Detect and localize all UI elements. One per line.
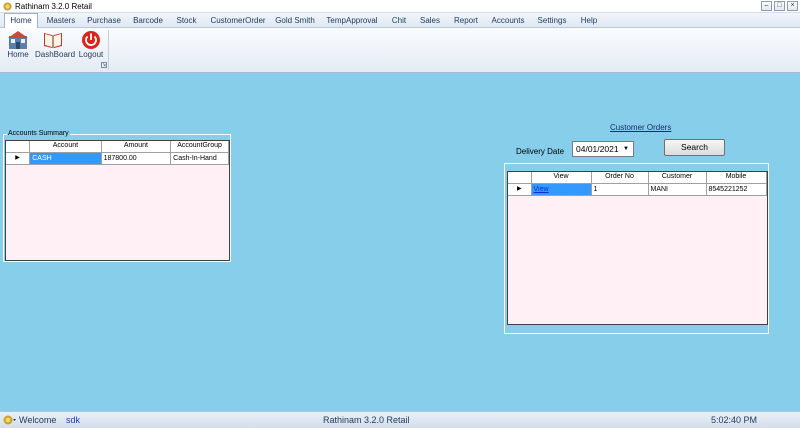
window-title: Rathinam 3.2.0 Retail — [15, 2, 92, 11]
customer-orders-grid[interactable]: View Order No Customer Mobile ▶ View 1 M… — [507, 171, 768, 325]
home-icon — [8, 31, 28, 49]
menu-stock[interactable]: Stock — [172, 13, 201, 28]
column-header-mobile[interactable]: Mobile — [706, 172, 767, 184]
minimize-button[interactable]: – — [761, 1, 772, 11]
home-button-label: Home — [7, 50, 29, 59]
chevron-down-icon[interactable]: ▼ — [623, 142, 629, 156]
delivery-date-value: 04/01/2021 — [576, 144, 619, 154]
row-pointer-icon[interactable]: ▶ — [508, 183, 532, 196]
logout-button-label: Logout — [78, 50, 104, 59]
menu-barcode[interactable]: Barcode — [130, 13, 166, 28]
cell-mobile[interactable]: 8545221252 — [706, 183, 767, 196]
menu-settings[interactable]: Settings — [534, 13, 570, 28]
book-icon — [44, 33, 62, 48]
column-header-amount[interactable]: Amount — [101, 141, 172, 153]
column-header-view[interactable]: View — [531, 172, 592, 184]
table-row[interactable]: ▶ View 1 MANI 8545221252 — [508, 183, 767, 196]
app-icon — [3, 2, 12, 11]
cell-order-no[interactable]: 1 — [591, 183, 649, 196]
power-icon — [82, 31, 100, 49]
customer-orders-grid-header: View Order No Customer Mobile — [508, 172, 767, 184]
ribbon: Home DashBoard Logout ↘ — [0, 28, 800, 73]
menu-temp-approval[interactable]: TempApproval — [322, 13, 382, 28]
search-button[interactable]: Search — [664, 139, 725, 156]
clock-label: 5:02:40 PM — [710, 415, 757, 425]
column-header-customer[interactable]: Customer — [648, 172, 707, 184]
menu-purchase[interactable]: Purchase — [84, 13, 124, 28]
app-menu-icon[interactable] — [3, 415, 17, 425]
grid-corner — [508, 172, 532, 184]
accounts-grid-header: Account Amount AccountGroup — [6, 141, 229, 153]
menu-chit[interactable]: Chit — [387, 13, 411, 28]
table-row[interactable]: ▶ CASH 187800.00 Cash-In-Hand — [6, 152, 229, 165]
menu-bar: Home Masters Purchase Barcode Stock Cust… — [0, 13, 800, 29]
status-bar: Welcome sdk Rathinam 3.2.0 Retail 5:02:4… — [0, 411, 800, 428]
row-pointer-icon[interactable]: ▶ — [6, 152, 31, 165]
menu-help[interactable]: Help — [576, 13, 602, 28]
logout-button[interactable]: Logout — [75, 30, 107, 60]
ribbon-group-launcher[interactable]: ↘ — [101, 62, 107, 68]
view-order-link[interactable]: View — [531, 183, 592, 196]
title-bar: Rathinam 3.2.0 Retail – □ × — [0, 0, 800, 13]
accounts-grid[interactable]: Account Amount AccountGroup ▶ CASH 18780… — [5, 140, 230, 261]
menu-sales[interactable]: Sales — [417, 13, 443, 28]
column-header-account[interactable]: Account — [29, 141, 102, 153]
welcome-label: Welcome — [19, 415, 57, 425]
ribbon-group-divider — [108, 30, 109, 70]
menu-home[interactable]: Home — [4, 13, 38, 29]
column-header-order-no[interactable]: Order No — [591, 172, 649, 184]
grid-corner — [6, 141, 31, 153]
cell-customer[interactable]: MANI — [648, 183, 707, 196]
close-button[interactable]: × — [787, 1, 798, 11]
menu-gold-smith[interactable]: Gold Smith — [274, 13, 316, 28]
customer-orders-title[interactable]: Customer Orders — [610, 123, 671, 133]
delivery-date-picker[interactable]: 04/01/2021 ▼ — [572, 141, 634, 157]
accounts-summary-title: Accounts Summary — [7, 129, 70, 139]
cell-account-group[interactable]: Cash-In-Hand — [170, 152, 229, 165]
maximize-button[interactable]: □ — [774, 1, 785, 11]
cell-amount[interactable]: 187800.00 — [101, 152, 172, 165]
menu-masters[interactable]: Masters — [43, 13, 79, 28]
dashboard-button[interactable]: DashBoard — [35, 30, 76, 60]
cell-account[interactable]: CASH — [29, 152, 102, 165]
delivery-date-label: Delivery Date — [516, 147, 565, 156]
menu-accounts[interactable]: Accounts — [488, 13, 528, 28]
home-button[interactable]: Home — [2, 30, 34, 60]
status-app-name: Rathinam 3.2.0 Retail — [323, 415, 410, 425]
menu-report[interactable]: Report — [449, 13, 483, 28]
dashboard-button-label: DashBoard — [35, 50, 76, 59]
username-label: sdk — [66, 415, 81, 425]
column-header-account-group[interactable]: AccountGroup — [170, 141, 229, 153]
menu-customer-order[interactable]: CustomerOrder — [207, 13, 269, 28]
